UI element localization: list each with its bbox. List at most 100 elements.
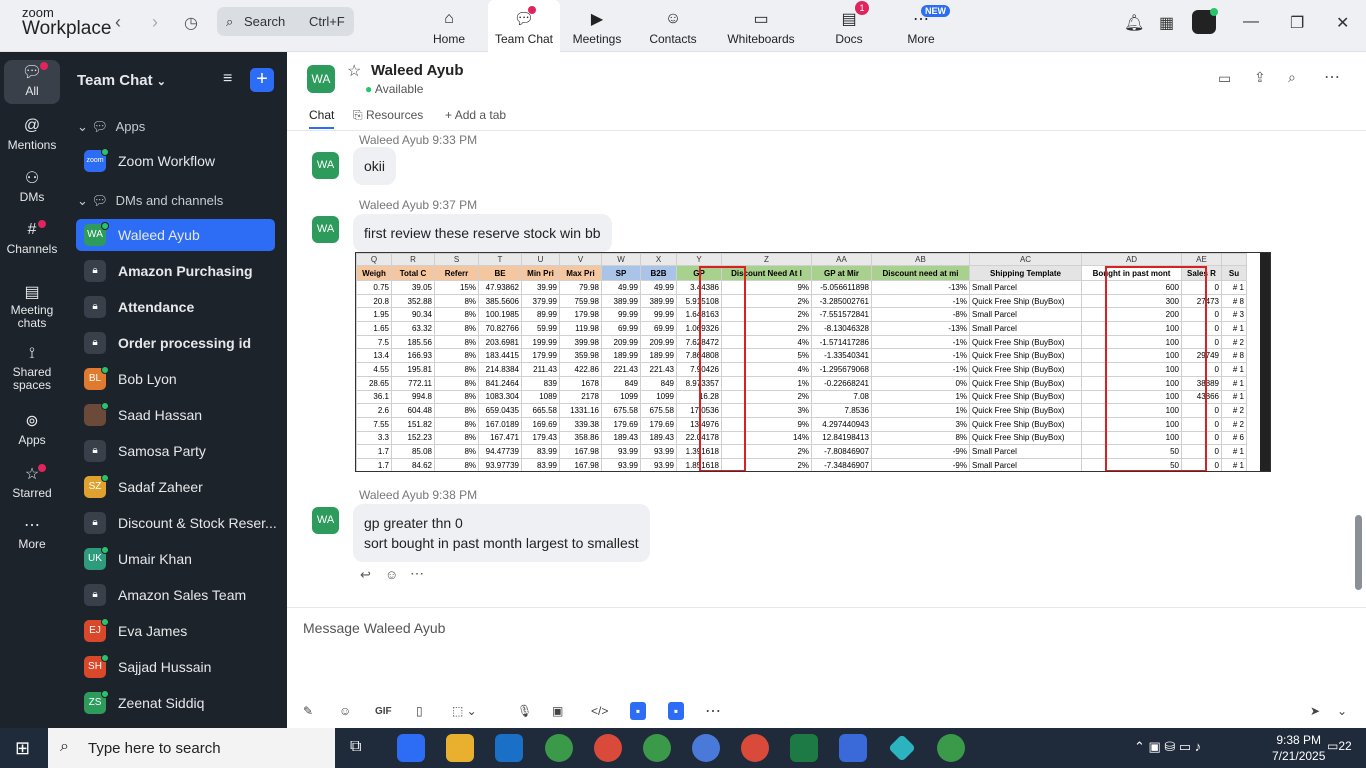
message-bubble[interactable]: first review these reserve stock win bb <box>353 214 612 252</box>
chrome-icon[interactable] <box>692 734 720 762</box>
chrome-icon[interactable] <box>643 734 671 762</box>
tab-add[interactable]: + Add a tab <box>445 108 506 122</box>
app-icon[interactable] <box>888 734 916 762</box>
history-icon[interactable]: ◷ <box>184 13 198 33</box>
rail-channels[interactable]: # Channels <box>0 218 64 256</box>
microphone-icon[interactable]: 🎙︎ <box>517 702 532 720</box>
header-cell[interactable]: Shipping Template <box>969 265 1082 281</box>
video-call-icon[interactable]: ▭ <box>1218 70 1231 87</box>
header-cell[interactable]: B2B <box>640 265 677 281</box>
star-icon[interactable]: ☆ <box>347 61 361 81</box>
message-bubble[interactable]: gp greater thn 0 sort bought in past mon… <box>353 504 650 562</box>
sidebar-item[interactable]: SH Sajjad Hussain <box>76 651 275 683</box>
task-view-icon[interactable]: ⧉ <box>350 738 361 756</box>
format-icon[interactable]: ✎ <box>303 702 313 720</box>
tab-meetings[interactable]: ▶ Meetings <box>561 0 633 52</box>
header-cell[interactable]: GP at Mir <box>811 265 872 281</box>
sidebar-item[interactable]: zoom Zoom Workflow <box>76 145 275 177</box>
sidebar-item[interactable]: EJ Eva James <box>76 615 275 647</box>
sidebar-item[interactable]: 🔒︎ Amazon Sales Team <box>76 579 275 611</box>
tab-team-chat[interactable]: 💬︎ Team Chat <box>488 0 560 52</box>
minimize-icon[interactable]: — <box>1243 13 1259 31</box>
rail-starred[interactable]: ☆ Starred <box>0 462 64 500</box>
windows-start-icon[interactable]: ⊞ <box>15 738 30 759</box>
header-cell[interactable]: Discount need at mi <box>871 265 970 281</box>
spreadsheet-screenshot[interactable]: Q R S T U V W X Y Z AA AB AC AD AE Weigh Total C Referr BE… <box>355 252 1271 472</box>
outlook-icon[interactable] <box>495 734 523 762</box>
sidebar-item[interactable]: UK Umair Khan <box>76 543 275 575</box>
sidebar-item[interactable]: BL Bob Lyon <box>76 363 275 395</box>
tab-chat[interactable]: Chat <box>309 108 335 129</box>
calculator-icon[interactable] <box>839 734 867 762</box>
file-explorer-icon[interactable] <box>446 734 474 762</box>
tab-more[interactable]: ⋯ More NEW <box>885 0 957 52</box>
app-icon-1[interactable]: ▪ <box>630 702 646 720</box>
code-icon[interactable]: </> <box>591 702 608 720</box>
chrome-icon[interactable] <box>545 734 573 762</box>
more-options-icon[interactable]: ⋯ <box>1324 67 1340 87</box>
sidebar-item[interactable]: 🔒︎ Attendance <box>76 291 275 323</box>
share-screen-icon[interactable]: ⇪ <box>1254 69 1266 86</box>
sidebar-item[interactable]: SZ Sadaf Zaheer <box>76 471 275 503</box>
reply-icon[interactable]: ↩ <box>360 567 371 583</box>
tab-home[interactable]: ⌂ Home <box>413 0 485 52</box>
chat-scrollbar[interactable] <box>1355 515 1362 590</box>
app-icon-2[interactable]: ▪ <box>668 702 684 720</box>
excel-icon[interactable] <box>790 734 818 762</box>
send-icon[interactable]: ➤ <box>1310 702 1320 720</box>
header-cell[interactable]: Min Pri <box>521 265 560 281</box>
calendar-icon[interactable]: ▦ <box>1159 13 1174 33</box>
screenshot-icon[interactable]: ⬚ ⌄ <box>452 702 477 720</box>
rail-meeting-chats[interactable]: ▤ Meeting chats <box>0 280 64 330</box>
compose-area[interactable]: Message Waleed Ayub ✎ ☺ GIF ▯ ⬚ ⌄ 🎙︎ ▣ <… <box>287 607 1366 728</box>
sidebar-item[interactable]: 🔒︎ Amazon Purchasing <box>76 255 275 287</box>
filter-icon[interactable]: ≡ <box>223 70 232 88</box>
sidebar-item[interactable]: 🔒︎ Order processing id <box>76 327 275 359</box>
gif-icon[interactable]: GIF <box>375 702 392 720</box>
search-box[interactable]: ⌕ Search Ctrl+F <box>217 7 354 36</box>
section-apps[interactable]: ⌄ 💬︎ Apps <box>77 119 145 135</box>
emoji-reaction-icon[interactable]: ☺ <box>385 567 398 582</box>
sidebar-item[interactable]: 🔒︎ Samosa Party <box>76 435 275 467</box>
sidebar-title[interactable]: Team Chat ⌄ <box>77 72 166 89</box>
back-arrow-icon[interactable]: ‹ <box>115 12 121 33</box>
message-bubble[interactable]: okii <box>353 147 397 185</box>
forward-arrow-icon[interactable]: › <box>152 12 158 33</box>
header-cell[interactable]: Max Pri <box>559 265 602 281</box>
tab-docs[interactable]: ▤ Docs 1 <box>813 0 885 52</box>
rail-apps[interactable]: ⊚ Apps <box>0 409 64 447</box>
rail-shared-spaces[interactable]: ⟟ Shared spaces <box>0 342 64 392</box>
more-tools-icon[interactable]: ⋯ <box>705 702 721 720</box>
chrome-icon[interactable] <box>594 734 622 762</box>
rail-more[interactable]: ⋯ More <box>0 513 64 551</box>
chat-name[interactable]: Waleed Ayub <box>371 62 464 79</box>
rail-mentions[interactable]: @ Mentions <box>0 114 64 152</box>
chrome-icon[interactable] <box>741 734 769 762</box>
sidebar-item[interactable]: Saad Hassan <box>76 399 275 431</box>
header-cell[interactable]: BE <box>478 265 522 281</box>
restore-icon[interactable]: ❐ <box>1290 13 1304 33</box>
notification-center[interactable]: ▭22 <box>1327 739 1352 753</box>
emoji-icon[interactable]: ☺ <box>339 702 351 720</box>
clock[interactable]: 9:38 PM 7/21/2025 <box>1272 732 1325 764</box>
header-cell[interactable]: Referr <box>434 265 479 281</box>
taskbar-search[interactable]: ⌕ Type here to search <box>48 728 335 768</box>
section-dms[interactable]: ⌄ 💬︎ DMs and channels <box>77 193 223 209</box>
rail-all[interactable]: 💬︎ All <box>4 60 60 104</box>
header-cell[interactable]: Total C <box>391 265 435 281</box>
video-message-icon[interactable]: ▣ <box>552 702 563 720</box>
sidebar-item[interactable]: ZS Zeenat Siddiq <box>76 687 275 719</box>
system-tray-icons[interactable]: ⌃ ▣ ⛁ ▭ ♪ <box>1134 739 1201 755</box>
sidebar-item[interactable]: 🔒︎ Discount & Stock Reser... <box>76 507 277 539</box>
tab-resources[interactable]: ⎘ Resources <box>353 108 423 123</box>
send-options-icon[interactable]: ⌄ <box>1337 702 1347 720</box>
chrome-icon[interactable] <box>937 734 965 762</box>
zoom-app-icon[interactable] <box>397 734 425 762</box>
search-chat-icon[interactable]: ⌕ <box>1288 69 1296 86</box>
header-cell[interactable]: Su <box>1221 265 1247 281</box>
close-icon[interactable]: ✕ <box>1336 13 1349 33</box>
compose-input[interactable]: Message Waleed Ayub <box>303 620 445 636</box>
file-icon[interactable]: ▯ <box>416 702 423 720</box>
header-cell[interactable]: SP <box>601 265 641 281</box>
tab-whiteboards[interactable]: ▭ Whiteboards <box>713 0 809 52</box>
